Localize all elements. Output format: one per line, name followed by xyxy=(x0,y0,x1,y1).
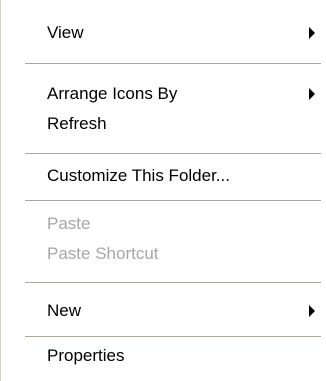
menu-item-paste-shortcut: Paste Shortcut xyxy=(1,237,323,271)
menu-item-arrange-icons-by[interactable]: Arrange Icons By xyxy=(1,77,323,111)
menu-item-new[interactable]: New xyxy=(1,294,323,328)
submenu-arrow-icon xyxy=(309,305,315,317)
menu-item-label: Customize This Folder... xyxy=(47,166,230,185)
menu-item-label: Refresh xyxy=(47,114,107,133)
context-menu: View Arrange Icons By Refresh Customize … xyxy=(0,0,326,381)
submenu-arrow-icon xyxy=(309,27,315,39)
menu-separator xyxy=(25,336,321,337)
menu-separator xyxy=(25,282,321,283)
menu-separator xyxy=(25,153,321,154)
menu-item-label: Paste Shortcut xyxy=(47,244,159,263)
menu-item-properties[interactable]: Properties xyxy=(1,339,323,373)
menu-item-label: View xyxy=(47,23,84,42)
submenu-arrow-icon xyxy=(309,88,315,100)
menu-item-label: Paste xyxy=(47,214,91,233)
menu-item-label: Properties xyxy=(47,346,125,365)
menu-item-refresh[interactable]: Refresh xyxy=(1,107,323,141)
menu-separator xyxy=(25,63,321,64)
menu-item-view[interactable]: View xyxy=(1,16,323,50)
menu-separator xyxy=(25,200,321,201)
menu-item-customize-this-folder[interactable]: Customize This Folder... xyxy=(1,159,323,193)
menu-item-label: Arrange Icons By xyxy=(47,84,178,103)
menu-item-paste: Paste xyxy=(1,207,323,241)
menu-item-label: New xyxy=(47,301,82,320)
